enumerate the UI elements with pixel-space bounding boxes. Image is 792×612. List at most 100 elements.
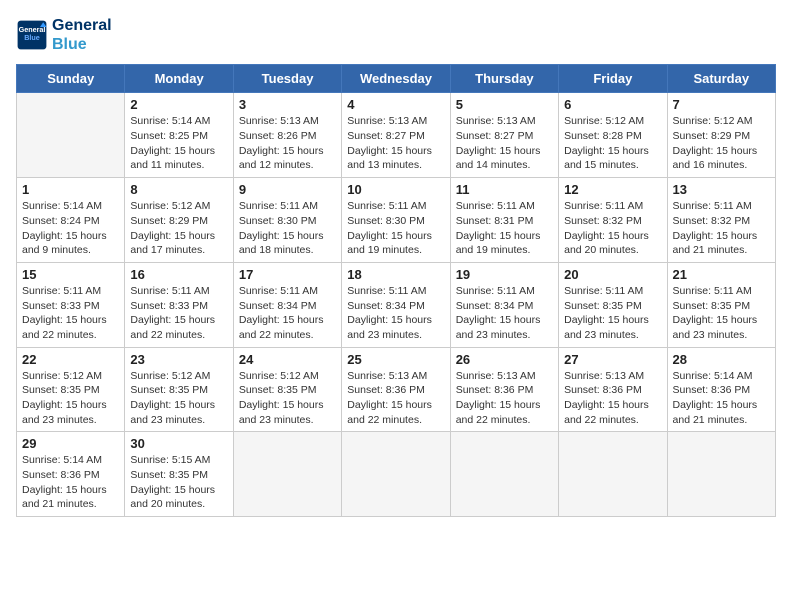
weekday-header-friday: Friday: [559, 65, 667, 93]
page-container: General Blue General Blue SundayMondayTu…: [16, 16, 776, 517]
cell-info: Sunrise: 5:14 AMSunset: 8:24 PMDaylight:…: [22, 199, 119, 258]
cell-info: Sunrise: 5:11 AMSunset: 8:32 PMDaylight:…: [673, 199, 770, 258]
weekday-header-saturday: Saturday: [667, 65, 775, 93]
day-number: 28: [673, 352, 770, 367]
calendar-cell: 23 Sunrise: 5:12 AMSunset: 8:35 PMDayligh…: [125, 347, 233, 432]
cell-info: Sunrise: 5:11 AMSunset: 8:30 PMDaylight:…: [239, 199, 336, 258]
calendar-cell: [17, 93, 125, 178]
day-number: 10: [347, 182, 444, 197]
calendar-cell: 22 Sunrise: 5:12 AMSunset: 8:35 PMDayligh…: [17, 347, 125, 432]
day-number: 4: [347, 97, 444, 112]
day-number: 21: [673, 267, 770, 282]
calendar-cell: 28 Sunrise: 5:14 AMSunset: 8:36 PMDayligh…: [667, 347, 775, 432]
cell-info: Sunrise: 5:14 AMSunset: 8:25 PMDaylight:…: [130, 114, 227, 173]
day-number: 25: [347, 352, 444, 367]
cell-info: Sunrise: 5:12 AMSunset: 8:28 PMDaylight:…: [564, 114, 661, 173]
day-number: 16: [130, 267, 227, 282]
calendar-cell: 13 Sunrise: 5:11 AMSunset: 8:32 PMDayligh…: [667, 178, 775, 263]
calendar-cell: 17 Sunrise: 5:11 AMSunset: 8:34 PMDayligh…: [233, 262, 341, 347]
calendar-cell: 7 Sunrise: 5:12 AMSunset: 8:29 PMDaylight…: [667, 93, 775, 178]
calendar-week-row: 22 Sunrise: 5:12 AMSunset: 8:35 PMDayligh…: [17, 347, 776, 432]
day-number: 27: [564, 352, 661, 367]
cell-info: Sunrise: 5:12 AMSunset: 8:29 PMDaylight:…: [673, 114, 770, 173]
weekday-header-thursday: Thursday: [450, 65, 558, 93]
logo: General Blue General Blue: [16, 16, 112, 54]
calendar-cell: 29Sunrise: 5:14 AMSunset: 8:36 PMDayligh…: [17, 432, 125, 517]
cell-info: Sunrise: 5:11 AMSunset: 8:35 PMDaylight:…: [564, 284, 661, 343]
day-number: 23: [130, 352, 227, 367]
calendar-cell: 24 Sunrise: 5:12 AMSunset: 8:35 PMDayligh…: [233, 347, 341, 432]
day-number: 24: [239, 352, 336, 367]
day-number: 22: [22, 352, 119, 367]
calendar-week-row: 2 Sunrise: 5:14 AMSunset: 8:25 PMDaylight…: [17, 93, 776, 178]
calendar-cell: [450, 432, 558, 517]
day-number: 30: [130, 436, 227, 451]
day-number: 11: [456, 182, 553, 197]
calendar-cell: 30 Sunrise: 5:15 AMSunset: 8:35 PMDayligh…: [125, 432, 233, 517]
day-number: 17: [239, 267, 336, 282]
cell-info: Sunrise: 5:11 AMSunset: 8:30 PMDaylight:…: [347, 199, 444, 258]
calendar-cell: 6 Sunrise: 5:12 AMSunset: 8:28 PMDaylight…: [559, 93, 667, 178]
calendar-cell: 19 Sunrise: 5:11 AMSunset: 8:34 PMDayligh…: [450, 262, 558, 347]
cell-info: Sunrise: 5:11 AMSunset: 8:31 PMDaylight:…: [456, 199, 553, 258]
cell-info: Sunrise: 5:13 AMSunset: 8:36 PMDaylight:…: [564, 369, 661, 428]
cell-info: Sunrise: 5:11 AMSunset: 8:34 PMDaylight:…: [239, 284, 336, 343]
cell-info: Sunrise: 5:13 AMSunset: 8:26 PMDaylight:…: [239, 114, 336, 173]
calendar-cell: 27 Sunrise: 5:13 AMSunset: 8:36 PMDayligh…: [559, 347, 667, 432]
cell-info: Sunrise: 5:14 AMSunset: 8:36 PMDaylight:…: [673, 369, 770, 428]
calendar-cell: 2 Sunrise: 5:14 AMSunset: 8:25 PMDaylight…: [125, 93, 233, 178]
cell-info: Sunrise: 5:11 AMSunset: 8:33 PMDaylight:…: [22, 284, 119, 343]
cell-info: Sunrise: 5:11 AMSunset: 8:34 PMDaylight:…: [347, 284, 444, 343]
calendar-body: 2 Sunrise: 5:14 AMSunset: 8:25 PMDaylight…: [17, 93, 776, 517]
weekday-header-wednesday: Wednesday: [342, 65, 450, 93]
day-number: 7: [673, 97, 770, 112]
weekday-header-sunday: Sunday: [17, 65, 125, 93]
cell-info: Sunrise: 5:12 AMSunset: 8:35 PMDaylight:…: [130, 369, 227, 428]
calendar-cell: 1Sunrise: 5:14 AMSunset: 8:24 PMDaylight…: [17, 178, 125, 263]
cell-info: Sunrise: 5:11 AMSunset: 8:35 PMDaylight:…: [673, 284, 770, 343]
day-number: 3: [239, 97, 336, 112]
calendar-cell: [667, 432, 775, 517]
calendar-week-row: 1Sunrise: 5:14 AMSunset: 8:24 PMDaylight…: [17, 178, 776, 263]
calendar-cell: 16 Sunrise: 5:11 AMSunset: 8:33 PMDayligh…: [125, 262, 233, 347]
calendar-header: SundayMondayTuesdayWednesdayThursdayFrid…: [17, 65, 776, 93]
calendar-cell: 21 Sunrise: 5:11 AMSunset: 8:35 PMDayligh…: [667, 262, 775, 347]
day-number: 9: [239, 182, 336, 197]
day-number: 26: [456, 352, 553, 367]
logo-text: General Blue: [52, 16, 112, 54]
day-number: 13: [673, 182, 770, 197]
day-number: 19: [456, 267, 553, 282]
day-number: 12: [564, 182, 661, 197]
cell-info: Sunrise: 5:12 AMSunset: 8:29 PMDaylight:…: [130, 199, 227, 258]
calendar-cell: 5 Sunrise: 5:13 AMSunset: 8:27 PMDaylight…: [450, 93, 558, 178]
cell-info: Sunrise: 5:13 AMSunset: 8:27 PMDaylight:…: [456, 114, 553, 173]
weekday-header-row: SundayMondayTuesdayWednesdayThursdayFrid…: [17, 65, 776, 93]
calendar-week-row: 15Sunrise: 5:11 AMSunset: 8:33 PMDayligh…: [17, 262, 776, 347]
calendar-cell: 8Sunrise: 5:12 AMSunset: 8:29 PMDaylight…: [125, 178, 233, 263]
cell-info: Sunrise: 5:12 AMSunset: 8:35 PMDaylight:…: [239, 369, 336, 428]
cell-info: Sunrise: 5:13 AMSunset: 8:36 PMDaylight:…: [347, 369, 444, 428]
day-number: 5: [456, 97, 553, 112]
calendar-cell: 3 Sunrise: 5:13 AMSunset: 8:26 PMDaylight…: [233, 93, 341, 178]
calendar-cell: 20 Sunrise: 5:11 AMSunset: 8:35 PMDayligh…: [559, 262, 667, 347]
calendar-table: SundayMondayTuesdayWednesdayThursdayFrid…: [16, 64, 776, 517]
header: General Blue General Blue: [16, 16, 776, 54]
calendar-week-row: 29Sunrise: 5:14 AMSunset: 8:36 PMDayligh…: [17, 432, 776, 517]
calendar-cell: 12 Sunrise: 5:11 AMSunset: 8:32 PMDayligh…: [559, 178, 667, 263]
cell-info: Sunrise: 5:15 AMSunset: 8:35 PMDaylight:…: [130, 453, 227, 512]
day-number: 6: [564, 97, 661, 112]
cell-info: Sunrise: 5:13 AMSunset: 8:36 PMDaylight:…: [456, 369, 553, 428]
cell-info: Sunrise: 5:12 AMSunset: 8:35 PMDaylight:…: [22, 369, 119, 428]
cell-info: Sunrise: 5:11 AMSunset: 8:34 PMDaylight:…: [456, 284, 553, 343]
cell-info: Sunrise: 5:11 AMSunset: 8:33 PMDaylight:…: [130, 284, 227, 343]
weekday-header-monday: Monday: [125, 65, 233, 93]
calendar-cell: 25 Sunrise: 5:13 AMSunset: 8:36 PMDayligh…: [342, 347, 450, 432]
calendar-cell: 9 Sunrise: 5:11 AMSunset: 8:30 PMDaylight…: [233, 178, 341, 263]
cell-info: Sunrise: 5:11 AMSunset: 8:32 PMDaylight:…: [564, 199, 661, 258]
calendar-cell: [233, 432, 341, 517]
cell-info: Sunrise: 5:14 AMSunset: 8:36 PMDaylight:…: [22, 453, 119, 512]
day-number: 20: [564, 267, 661, 282]
weekday-header-tuesday: Tuesday: [233, 65, 341, 93]
day-number: 2: [130, 97, 227, 112]
calendar-cell: 4Sunrise: 5:13 AMSunset: 8:27 PMDaylight…: [342, 93, 450, 178]
